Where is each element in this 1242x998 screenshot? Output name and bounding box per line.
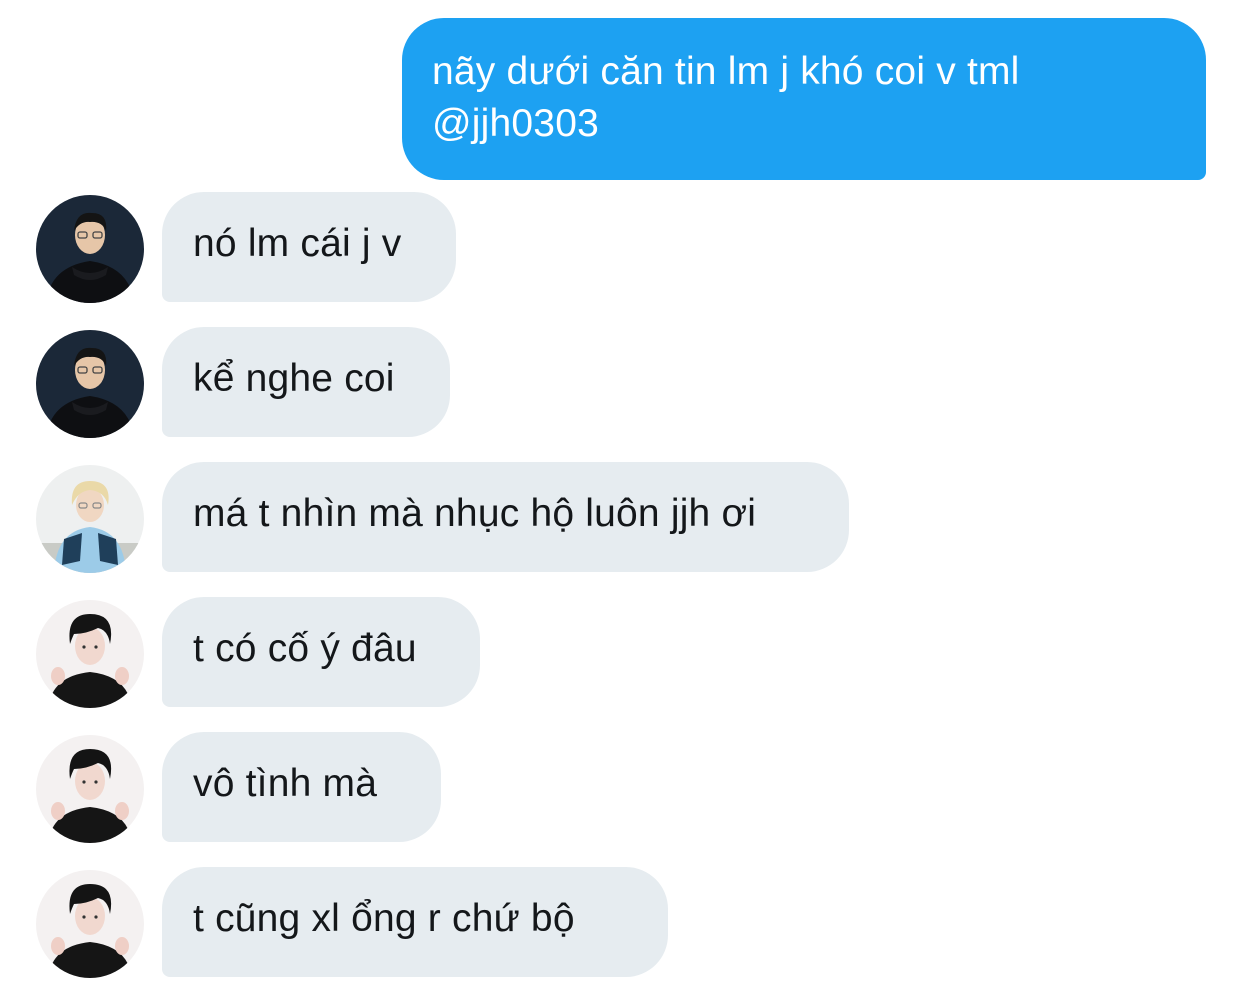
avatar-image [36, 330, 144, 438]
avatar-dark-hair-black-shirt[interactable] [36, 870, 144, 978]
avatar-dark-hair-black-shirt[interactable] [36, 600, 144, 708]
avatar-dark-hair-black-shirt[interactable] [36, 735, 144, 843]
message-text: t có cố ý đâu [193, 627, 417, 670]
received-message-bubble[interactable]: má t nhìn mà nhục hộ luôn jjh ơi [162, 462, 849, 572]
avatar-image [36, 195, 144, 303]
message-text: vô tình mà [193, 762, 378, 805]
message-text: má t nhìn mà nhục hộ luôn jjh ơi [193, 492, 757, 535]
avatar-glasses-dark-hoodie[interactable] [36, 330, 144, 438]
avatar-glasses-dark-hoodie[interactable] [36, 195, 144, 303]
avatar-image [36, 600, 144, 708]
received-message-bubble[interactable]: t cũng xl ổng r chứ bộ [162, 867, 668, 977]
sent-message-line-2: @jjh0303 [432, 102, 599, 145]
avatar-image [36, 465, 144, 573]
sent-message-bubble[interactable]: nãy dưới căn tin lm j khó coi v tml @jjh… [402, 18, 1206, 180]
avatar-blonde-blue-jacket[interactable] [36, 465, 144, 573]
avatar-image [36, 735, 144, 843]
avatar-image [36, 870, 144, 978]
received-message-bubble[interactable]: vô tình mà [162, 732, 441, 842]
received-message-bubble[interactable]: kể nghe coi [162, 327, 450, 437]
message-text: t cũng xl ổng r chứ bộ [193, 897, 575, 940]
sent-message-line-1: nãy dưới căn tin lm j khó coi v tml [432, 50, 1020, 93]
message-text: kể nghe coi [193, 357, 395, 400]
received-message-bubble[interactable]: t có cố ý đâu [162, 597, 480, 707]
message-text: nó lm cái j v [193, 222, 402, 265]
received-message-bubble[interactable]: nó lm cái j v [162, 192, 456, 302]
